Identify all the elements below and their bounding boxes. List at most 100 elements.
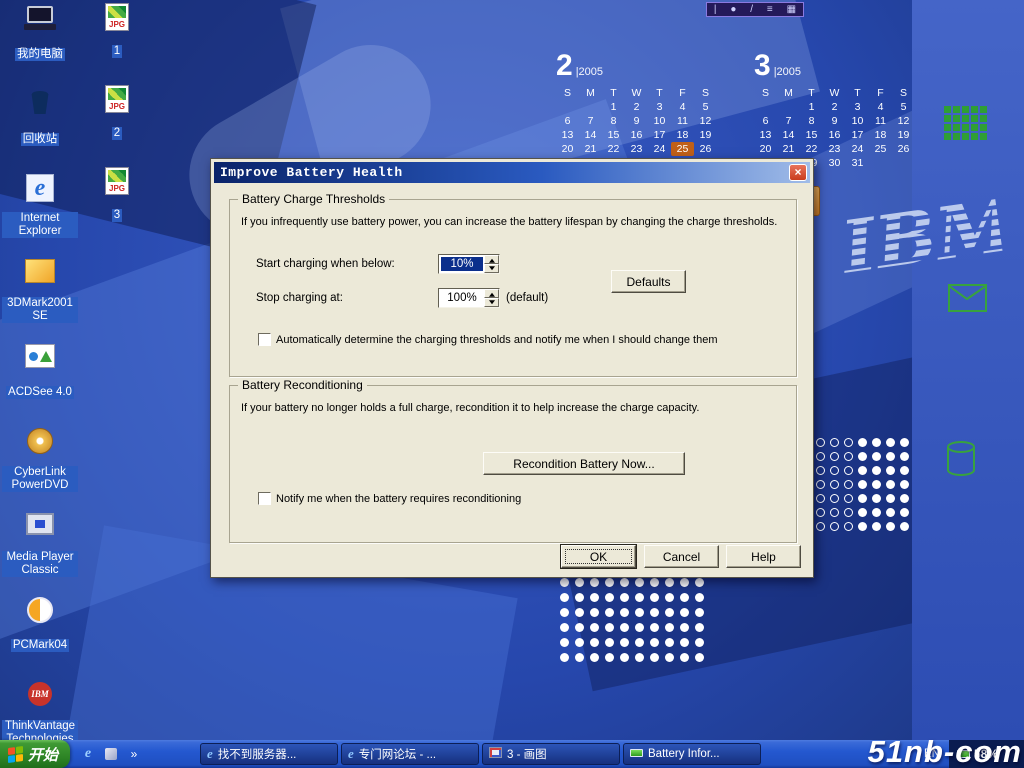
desktop-icon-column-1: 我的电脑回收站eInternet Explorer3DMark2001 SE AC… [2, 4, 78, 763]
calendar-day: 12 [892, 114, 915, 128]
calendar-day: 17 [846, 128, 869, 142]
desktop-icon-label: PCMark04 [11, 639, 69, 652]
internet-explorer-quick-launch[interactable]: e [80, 746, 96, 762]
calendar-day: 9 [625, 114, 648, 128]
calendar-day: 5 [892, 100, 915, 114]
calendar-day-of-week: M [579, 86, 602, 100]
calendar-day: 18 [671, 128, 694, 142]
desktop-icon-my-computer[interactable]: 我的电脑 [2, 6, 78, 87]
calendar-day: 4 [671, 100, 694, 114]
media-player-quick-launch[interactable] [103, 746, 119, 762]
notify-reconditioning-checkbox[interactable] [258, 492, 271, 505]
spin-up-icon[interactable] [484, 289, 499, 298]
battery-charge-thresholds-group: Battery Charge Thresholds If you infrequ… [229, 199, 797, 377]
calendar-day [579, 100, 602, 114]
spin-down-icon[interactable] [484, 264, 499, 273]
desktop-icon-label: ACDSee 4.0 [6, 386, 74, 399]
task-label: 专门网论坛 - ... [359, 746, 436, 762]
desktop-icon-label: 1 [112, 45, 122, 58]
desktop-icon-acdsee[interactable]: ACDSee 4.0 [2, 344, 78, 425]
spin-up-icon[interactable] [484, 255, 499, 264]
task-label: 找不到服务器... [218, 746, 297, 762]
desktop-icon-media-player-classic[interactable]: Media Player Classic [2, 513, 78, 594]
calendar-day: 18 [869, 128, 892, 142]
keypad-grid-decoration [944, 106, 987, 140]
calendar-day: 12 [694, 114, 717, 128]
calendar-day: 6 [754, 114, 777, 128]
desktop-icon-label: Media Player Classic [2, 551, 78, 577]
cancel-button[interactable]: Cancel [644, 545, 719, 568]
menu-icon: ≡ [767, 4, 773, 15]
calendar-day: 5 [694, 100, 717, 114]
calendar-day-of-week: T [846, 86, 869, 100]
calendar-day: 31 [846, 156, 869, 170]
pcmark-icon [2, 597, 78, 635]
quick-launch-chevron[interactable]: » [126, 746, 142, 762]
ok-button[interactable]: OK [561, 545, 636, 568]
desktop-icon-recycle-bin[interactable]: 回收站 [2, 91, 78, 172]
desktop-icon-jpg-3[interactable]: JPG3 [84, 167, 150, 248]
calendar-day: 13 [754, 128, 777, 142]
start-button[interactable]: 开始 [0, 740, 70, 768]
help-button[interactable]: Help [726, 545, 801, 568]
desktop-icon-powerdvd[interactable]: CyberLink PowerDVD [2, 428, 78, 509]
desktop-icon-jpg-1[interactable]: JPG1 [84, 3, 150, 84]
calendar-2005-3: 3|2005SMTWTFS123456789101112131415161718… [754, 48, 920, 170]
task-label: 3 - 画图 [507, 746, 547, 762]
calendar-day-of-week: S [556, 86, 579, 100]
close-icon[interactable]: × [789, 164, 807, 181]
calendar-day: 8 [800, 114, 823, 128]
calendar-day: 16 [625, 128, 648, 142]
dialog-title: Improve Battery Health [220, 165, 789, 180]
calendar-day: 30 [823, 156, 846, 170]
calendar-day [869, 156, 892, 170]
calendar-day-of-week: T [602, 86, 625, 100]
calendar-day-of-week: W [823, 86, 846, 100]
desktop-icon-jpg-2[interactable]: JPG2 [84, 85, 150, 166]
desktop-icon-label: 2 [112, 127, 122, 140]
taskbar-task-internet-explorer[interactable]: e找不到服务器... [200, 743, 338, 765]
media-player-classic-icon [2, 513, 78, 551]
stop-threshold-spinner[interactable]: 100% [438, 288, 500, 308]
taskbar-task-battery[interactable]: Battery Infor... [623, 743, 761, 765]
stop-threshold-value[interactable]: 100% [441, 291, 483, 305]
task-label: Battery Infor... [648, 748, 720, 760]
desktop-icon-internet-explorer[interactable]: eInternet Explorer [2, 174, 78, 255]
internet-explorer-icon: e [348, 746, 354, 762]
taskbar-task-internet-explorer[interactable]: e 专门网论坛 - ... [341, 743, 479, 765]
battery-icon [630, 748, 643, 760]
pen-icon: / [750, 4, 753, 15]
ibm-logo: IBM [834, 179, 1006, 297]
3dmark-icon [2, 259, 78, 297]
start-threshold-spinner[interactable]: 10% [438, 254, 500, 274]
spin-down-icon[interactable] [484, 298, 499, 307]
taskbar-task-paint[interactable]: 3 - 画图 [482, 743, 620, 765]
calendar-day: 15 [800, 128, 823, 142]
dot-grid-decoration-right [816, 438, 914, 536]
dialog-titlebar[interactable]: Improve Battery Health × [214, 162, 810, 183]
calendar-day: 11 [869, 114, 892, 128]
battery-reconditioning-group: Battery Reconditioning If your battery n… [229, 385, 797, 543]
database-cylinder-icon [946, 440, 978, 483]
calendar-day-of-week: S [892, 86, 915, 100]
calendar-day: 22 [602, 142, 625, 156]
calendar-day: 9 [823, 114, 846, 128]
recondition-battery-now-button[interactable]: Recondition Battery Now... [483, 452, 685, 475]
calendar-day: 1 [602, 100, 625, 114]
calendar-day: 24 [648, 142, 671, 156]
calendar-day: 3 [648, 100, 671, 114]
calendar-month: 3 [754, 49, 771, 82]
volume-icon: | [714, 4, 717, 15]
keypad-icon: ▦ [787, 4, 796, 15]
start-threshold-value[interactable]: 10% [441, 257, 483, 271]
desktop-icon-3dmark[interactable]: 3DMark2001 SE [2, 259, 78, 340]
desktop-icon-pcmark[interactable]: PCMark04 [2, 597, 78, 678]
calendar-day [556, 100, 579, 114]
auto-determine-checkbox[interactable] [258, 333, 271, 346]
stop-charging-label: Stop charging at: [256, 292, 343, 304]
desktop-icon-label: 我的电脑 [15, 48, 65, 61]
calendar-day: 21 [777, 142, 800, 156]
defaults-button[interactable]: Defaults [611, 270, 686, 293]
calendar-day-of-week: T [648, 86, 671, 100]
calendar-day: 6 [556, 114, 579, 128]
